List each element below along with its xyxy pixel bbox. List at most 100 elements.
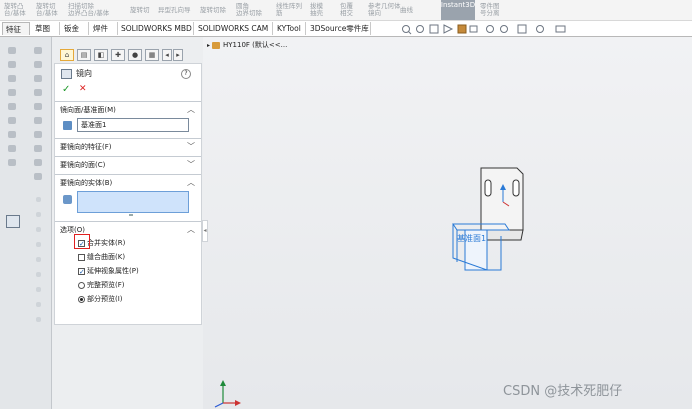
render-icon: [536, 25, 544, 33]
selected-tool-icon[interactable]: [6, 215, 20, 228]
ribbon-item[interactable]: 异型孔向导: [158, 0, 191, 20]
tab-sheet-metal[interactable]: 钣金: [61, 22, 89, 35]
section-faces[interactable]: 要镜向的面(C) ﹀: [55, 156, 201, 171]
knit-surfaces-checkbox[interactable]: [78, 254, 85, 261]
tab-feature-manager[interactable]: ⌂: [60, 49, 74, 61]
plane-icon: [63, 121, 72, 130]
ribbon-item-line2: 号分离: [480, 9, 500, 17]
tool-icon[interactable]: [34, 159, 42, 166]
tool-icon[interactable]: [34, 75, 42, 82]
tool-icon[interactable]: [8, 159, 16, 166]
display-style-icon: [457, 24, 467, 34]
ribbon-item[interactable]: 拔模 抽壳: [310, 0, 323, 20]
view-toolbar[interactable]: [400, 23, 580, 35]
graphics-area[interactable]: ▸ HY110F (默认<<... 基准面1 CSDN @技术死肥仔: [203, 37, 692, 409]
tool-icon[interactable]: [8, 117, 16, 124]
instant3d-button[interactable]: Instant3D: [441, 0, 475, 20]
tool-icon[interactable]: [36, 197, 41, 202]
tool-icon[interactable]: [8, 145, 16, 152]
ribbon-item[interactable]: 包覆 相交: [340, 0, 353, 20]
ribbon-item-line2: 相交: [340, 9, 353, 17]
ribbon-item[interactable]: 圆角 边界切除: [236, 0, 262, 20]
partial-preview-radio[interactable]: [78, 296, 85, 303]
tool-icon[interactable]: [34, 117, 42, 124]
bodies-selection-box[interactable]: [77, 191, 189, 213]
ribbon-item[interactable]: 曲线: [400, 0, 413, 20]
zoom-icon: [416, 25, 424, 33]
cancel-button[interactable]: ✕: [79, 84, 87, 94]
ribbon-item[interactable]: 旋转凸 台/基体: [4, 0, 26, 20]
tab-sketch[interactable]: 草图: [32, 22, 60, 35]
tab-dimxpert[interactable]: ✚: [111, 49, 125, 61]
chevron-up-icon[interactable]: ︿: [187, 177, 195, 188]
tool-icon[interactable]: [36, 287, 41, 292]
ribbon-item-line2: 抽壳: [310, 9, 323, 17]
tab-solidworks-mbd[interactable]: SOLIDWORKS MBD: [118, 22, 194, 35]
ribbon-item[interactable]: 线性阵列筋: [276, 0, 302, 20]
ribbon-item[interactable]: 旋转切 台/基体: [36, 0, 58, 20]
tree-root[interactable]: ▸ HY110F (默认<<...: [207, 40, 287, 50]
ribbon-item[interactable]: 旋转切除: [200, 0, 226, 20]
tool-icon[interactable]: [36, 257, 41, 262]
ribbon-item-line2: 边界切除: [236, 9, 262, 17]
model-preview[interactable]: 基准面1: [443, 162, 533, 292]
search-icon: [402, 25, 410, 33]
full-preview-radio[interactable]: [78, 282, 85, 289]
option-label: 完整预览(F): [87, 281, 125, 289]
section-title: 要镜向的实体(B): [60, 179, 113, 187]
chevron-down-icon[interactable]: ﹀: [187, 141, 195, 152]
section-features[interactable]: 要镜向的特征(F) ﹀: [55, 138, 201, 153]
tool-icon[interactable]: [8, 131, 16, 138]
tool-icon[interactable]: [8, 61, 16, 68]
tool-icon[interactable]: [34, 145, 42, 152]
tool-icon[interactable]: [8, 89, 16, 96]
tab-configuration-manager[interactable]: ◧: [94, 49, 108, 61]
mirror-property-manager: 镜向 ? ✓ ✕ 镜向面/基准面(M) ︿ 基准面1 要镜向的特征(F) ﹀ 要…: [54, 63, 202, 325]
tool-icon[interactable]: [36, 212, 41, 217]
tool-icon[interactable]: [36, 272, 41, 277]
tool-icon[interactable]: [34, 131, 42, 138]
tool-icon[interactable]: [34, 89, 42, 96]
tool-icon[interactable]: [34, 61, 42, 68]
tool-icon[interactable]: [34, 103, 42, 110]
tool-icon[interactable]: [36, 227, 41, 232]
tool-icon[interactable]: [36, 317, 41, 322]
tab-features[interactable]: 特征: [2, 22, 30, 35]
tool-icon[interactable]: [36, 242, 41, 247]
tool-icon[interactable]: [36, 302, 41, 307]
tab-property-manager[interactable]: ▤: [77, 49, 91, 61]
tab-3dsource[interactable]: 3DSource零件库: [307, 22, 371, 35]
chevron-up-icon[interactable]: ︿: [187, 104, 195, 115]
ribbon-item[interactable]: 参考几何体 镜向: [368, 0, 401, 20]
plane-label: 基准面1: [457, 233, 486, 243]
tool-icon[interactable]: [34, 47, 42, 54]
propagate-visual-checkbox[interactable]: ✓: [78, 268, 85, 276]
section-title: 要镜向的面(C): [60, 161, 106, 169]
section-mirror-plane[interactable]: 镜向面/基准面(M) ︿: [55, 101, 201, 116]
help-icon[interactable]: ?: [181, 69, 191, 79]
ribbon-item[interactable]: 零件图 号分离: [480, 0, 500, 20]
ok-button[interactable]: ✓: [62, 84, 70, 95]
scroll-right-icon[interactable]: ▸: [173, 49, 183, 61]
section-bodies[interactable]: 要镜向的实体(B) ︿: [55, 174, 201, 189]
tab-weldments[interactable]: 焊件: [90, 22, 118, 35]
resize-grip-icon[interactable]: [129, 214, 133, 216]
panel-title-bar: 镜向: [61, 68, 92, 79]
tab-solidworks-cam[interactable]: SOLIDWORKS CAM: [195, 22, 273, 35]
tool-icon[interactable]: [8, 103, 16, 110]
ribbon-item[interactable]: 旋转切: [130, 0, 150, 20]
ribbon-item[interactable]: 扫描切除 边界凸台/基体: [68, 0, 109, 20]
tool-icon[interactable]: [8, 47, 16, 54]
tab-display-manager[interactable]: ●: [128, 49, 142, 61]
tab-kytool[interactable]: KYTool: [274, 22, 306, 35]
expand-arrow-icon[interactable]: ▸: [207, 42, 210, 49]
scroll-left-icon[interactable]: ◂: [162, 49, 172, 61]
tool-icon[interactable]: [8, 75, 16, 82]
tab-cam[interactable]: ▦: [145, 49, 159, 61]
tool-icon[interactable]: [34, 173, 42, 180]
chevron-up-icon[interactable]: ︿: [187, 224, 195, 235]
ribbon-item-line1: 旋转切除: [200, 5, 226, 14]
collapse-panel-handle[interactable]: ◂: [202, 220, 208, 242]
mirror-plane-field[interactable]: 基准面1: [77, 118, 189, 132]
chevron-down-icon[interactable]: ﹀: [187, 159, 195, 170]
